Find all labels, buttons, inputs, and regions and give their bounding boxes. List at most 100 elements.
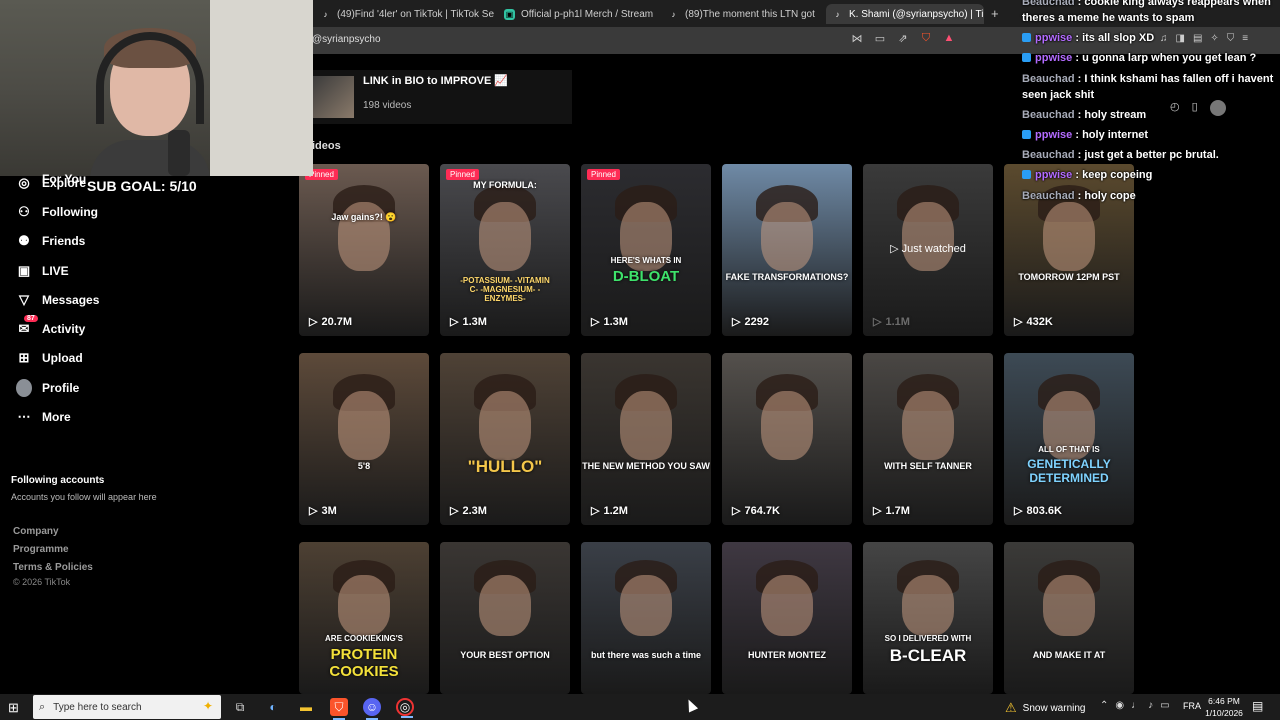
browser-tab[interactable]: ▣ Official p-ph1l Merch / Streamlabs	[498, 4, 653, 24]
playlist-thumbnail	[312, 76, 354, 118]
chat-username: ppwise	[1035, 128, 1073, 141]
tray-app-icon[interactable]: ◉	[1115, 700, 1124, 711]
video-card[interactable]: AND MAKE IT AT	[1004, 542, 1134, 694]
profile-avatar-icon[interactable]	[1209, 100, 1226, 116]
avatar	[16, 378, 32, 397]
video-card[interactable]: HUNTER MONTEZ	[722, 542, 852, 694]
video-card[interactable]: YOUR BEST OPTION	[440, 542, 570, 694]
notifications-icon[interactable]: ▤	[1252, 699, 1263, 713]
url-text[interactable]: @syrianpsycho	[312, 34, 381, 45]
nav-label: Upload	[42, 351, 83, 366]
language-indicator[interactable]: FRA	[1183, 701, 1201, 711]
screen-icon[interactable]: ▭	[873, 32, 887, 45]
video-card[interactable]: WITH SELF TANNER ▷ 1.7M	[863, 353, 993, 525]
nav-friends[interactable]: ⚉ Friends	[0, 227, 250, 256]
browser-tab[interactable]: ♪ (49)Find '4ler' on TikTok | TikTok Sea…	[314, 4, 495, 24]
share-icon[interactable]: ⇗	[896, 32, 910, 45]
video-caption: HUNTER MONTEZ	[748, 650, 826, 660]
chat-badge-icon	[1022, 53, 1031, 63]
view-count-text: 20.7M	[321, 315, 353, 328]
obs-icon[interactable]: ◎	[396, 698, 414, 718]
footer-link-company[interactable]: Company	[13, 526, 93, 537]
tray-chevron-icon[interactable]: ⌃	[1100, 700, 1108, 711]
clock-time: 6:46 PM	[1208, 696, 1240, 706]
search-icon: ⌕	[39, 700, 46, 713]
footer-link-programme[interactable]: Programme	[13, 544, 93, 555]
weather-widget[interactable]: ⚠ Snow warning	[1005, 700, 1085, 716]
file-explorer-icon[interactable]: ▬	[297, 698, 315, 716]
video-card[interactable]: ALL OF THAT IS GENETICALLY DETERMINED ▷ 803…	[1004, 353, 1134, 525]
video-card[interactable]: SO I DELIVERED WITH B-CLEAR	[863, 542, 993, 694]
page-side-tools: ◴ ▯	[1170, 100, 1226, 116]
video-caption: but there was such a time	[590, 650, 702, 660]
play-icon: ▷	[732, 316, 741, 328]
nav-profile[interactable]: Profile	[0, 373, 250, 402]
task-view-icon[interactable]: ⧉	[231, 698, 249, 716]
history-icon[interactable]: ◴	[1170, 100, 1180, 116]
address-bar-icons: ⋈ ▭ ⇗ ⛉ ▲	[850, 32, 956, 45]
nav-label: Friends	[42, 234, 86, 249]
video-card[interactable]: FAKE TRANSFORMATIONS? ▷ 2292	[722, 164, 852, 336]
chat-username: Beauchad	[1022, 0, 1075, 8]
brave-browser-icon[interactable]: ⛉	[330, 698, 348, 720]
video-card[interactable]: ARE COOKIEKING'S PROTEIN COOKIES	[299, 542, 429, 694]
network-icon[interactable]: ▭	[1160, 700, 1169, 711]
nav-label: LIVE	[42, 263, 69, 278]
tiktok-icon: ♪	[323, 9, 328, 19]
video-card[interactable]: but there was such a time	[581, 542, 711, 694]
browser-tab-active[interactable]: ♪ K. Shami (@syrianpsycho) | TikTo ✕	[826, 4, 984, 24]
nav-for-you[interactable]: For You	[42, 172, 86, 186]
footer-link-terms[interactable]: Terms & Policies	[13, 562, 93, 573]
video-caption-pre: SO I DELIVERED WITH	[884, 634, 972, 643]
copilot-icon[interactable]: ◐	[264, 698, 282, 716]
video-card[interactable]: Pinned MY FORMULA: -POTASSIUM- -VITAMIN C-…	[440, 164, 570, 336]
video-caption: FAKE TRANSFORMATIONS?	[725, 272, 849, 282]
video-card[interactable]: ▷ 764.7K	[722, 353, 852, 525]
reader-mode-icon[interactable]: ⋈	[850, 32, 864, 45]
chat-text: holy stream	[1084, 108, 1147, 121]
brave-shield-icon[interactable]: ⛉	[919, 32, 933, 45]
video-card[interactable]: Pinned HERE'S WHATS IN D-BLOAT ▷ 1.3M	[581, 164, 711, 336]
volume-icon[interactable]: ♪	[1148, 700, 1153, 711]
video-card[interactable]: ▷ Just watched ▷ 1.1M	[863, 164, 993, 336]
nav-label: Following	[42, 204, 98, 219]
video-caption: D-BLOAT	[612, 268, 680, 285]
chat-badge-icon	[1022, 33, 1031, 43]
device-icon[interactable]: ▯	[1192, 100, 1198, 116]
video-card[interactable]: THE NEW METHOD YOU SAW ▷ 1.2M	[581, 353, 711, 525]
video-card[interactable]: Pinned Jaw gains?! 😮 ▷ 20.7M	[299, 164, 429, 336]
nav-following[interactable]: ⚇ Following	[0, 197, 250, 226]
play-icon: ▷	[309, 316, 318, 328]
tab-label: (49)Find '4ler' on TikTok | TikTok Sear	[337, 8, 494, 20]
chat-username: ppwise	[1035, 169, 1073, 182]
chat-badge-icon	[1022, 129, 1031, 139]
view-count: ▷ 1.7M	[873, 504, 910, 518]
video-card[interactable]: "HULLO" ▷ 2.3M	[440, 353, 570, 525]
microphone-tray-icon[interactable]: ♩	[1131, 700, 1141, 711]
new-tab-button[interactable]: +	[991, 6, 999, 21]
view-count-text: 432K	[1026, 315, 1053, 328]
video-card[interactable]: 5'8 ▷ 3M	[299, 353, 429, 525]
taskbar-clock[interactable]: 6:46 PM 1/10/2026	[1204, 695, 1244, 719]
left-nav: ◎ Explore ⚇ Following ⚉ Friends ▣ LIVE ▽ Mess…	[0, 168, 250, 432]
nav-label: More	[42, 410, 71, 425]
nav-messages[interactable]: ▽ Messages	[0, 285, 250, 314]
playlist-card[interactable]: LINK in BIO to IMPROVE 📈 198 videos	[312, 70, 572, 124]
webcam-overlay	[0, 0, 313, 176]
nav-activity[interactable]: ✉ 87 Activity	[0, 314, 250, 343]
playlist-title: LINK in BIO to IMPROVE 📈	[363, 75, 509, 87]
play-icon: ▷	[1014, 505, 1023, 517]
live-icon: ▣	[17, 262, 31, 278]
nav-upload[interactable]: ⊞ Upload	[0, 344, 250, 373]
view-count: ▷ 803.6K	[1014, 504, 1062, 518]
video-caption: AND MAKE IT AT	[1032, 650, 1106, 660]
browser-tab[interactable]: ♪ (89)The moment this LTN got denied	[662, 4, 818, 24]
windows-start-icon[interactable]: ⊞	[8, 700, 19, 716]
play-icon: ▷	[450, 316, 459, 328]
discord-icon[interactable]: ☺	[363, 698, 381, 720]
taskbar-search[interactable]: ⌕ Type here to search ✦	[33, 695, 221, 719]
nav-live[interactable]: ▣ LIVE	[0, 256, 250, 285]
play-icon: ▷	[450, 505, 459, 517]
brave-rewards-icon[interactable]: ▲	[942, 32, 956, 45]
nav-more[interactable]: ⋯ More	[0, 402, 250, 431]
